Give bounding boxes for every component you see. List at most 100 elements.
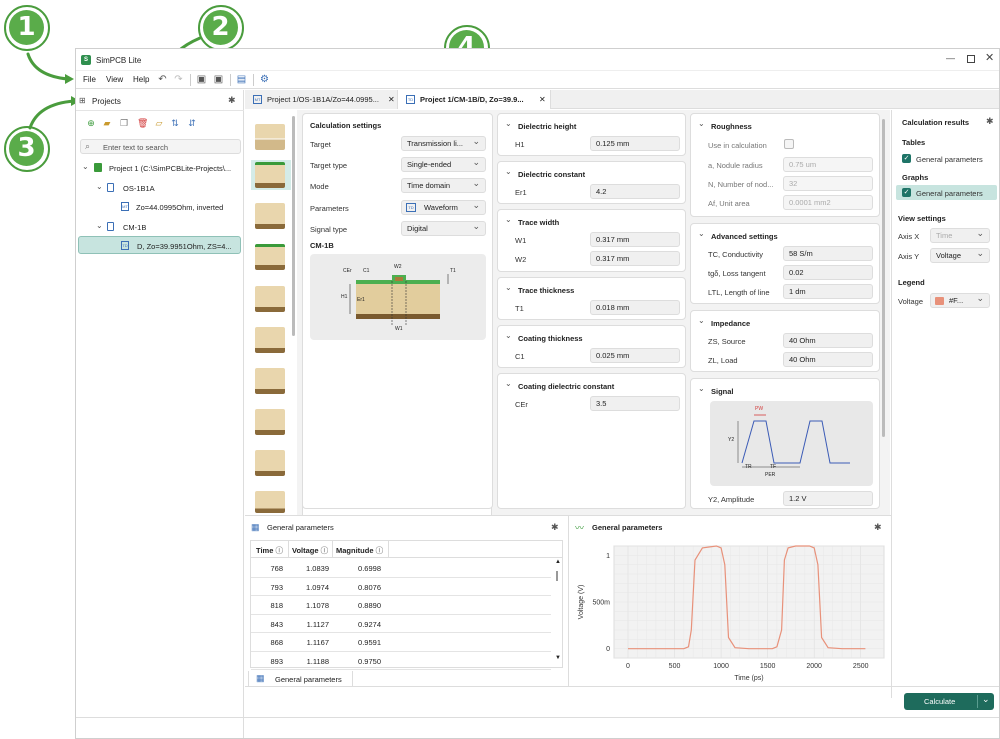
structure-thumb[interactable] (255, 286, 285, 312)
structure-thumb[interactable] (255, 124, 285, 150)
line-length-field[interactable]: 1 dm (783, 284, 873, 299)
add-folder-icon[interactable]: ▰ (102, 118, 112, 128)
save-all-icon[interactable]: ▣ (213, 74, 224, 85)
tables-checkbox[interactable]: ✓ (902, 154, 911, 163)
scroll-thumb[interactable] (556, 571, 558, 581)
tree-item-cm-1b[interactable]: CM-1B (123, 223, 146, 232)
table-row[interactable]: 843 1.1127 0.9274 (251, 615, 551, 633)
chevron-down-icon[interactable]: ⌄ (698, 229, 705, 238)
cer-field[interactable]: 3.5 (590, 396, 680, 411)
tree-item-os-1b1a[interactable]: OS-1B1A (123, 184, 155, 193)
structure-thumb[interactable] (255, 162, 285, 188)
calculate-button[interactable]: Calculate ⌄ (904, 693, 994, 710)
structure-thumb[interactable] (255, 409, 285, 435)
target-type-select[interactable]: Single-ended (401, 157, 486, 172)
add-project-icon[interactable]: ⊕ (86, 118, 96, 128)
structure-thumb[interactable] (255, 368, 285, 394)
settings-gear-icon[interactable]: ⚙ (259, 74, 270, 85)
pin-icon[interactable]: ✱ (551, 522, 559, 533)
structure-thumb[interactable] (255, 244, 285, 270)
chevron-down-icon[interactable]: ⌄ (505, 215, 512, 224)
table-row[interactable]: 768 1.0839 0.6998 (251, 559, 551, 578)
chevron-down-icon[interactable]: ⌄ (82, 162, 89, 171)
zs-field[interactable]: 40 Ohm (783, 333, 873, 348)
scroll-up-icon[interactable]: ▲ (555, 559, 561, 565)
chevron-down-icon[interactable]: ⌄ (698, 316, 705, 325)
open-folder-icon[interactable]: ▱ (154, 118, 164, 128)
loss-tangent-field[interactable]: 0.02 (783, 265, 873, 280)
chevron-down-icon[interactable]: ⌄ (505, 331, 512, 340)
menu-view[interactable]: View (106, 75, 123, 84)
col-header-time[interactable]: Time ⓘ (256, 545, 283, 556)
chevron-down-icon[interactable]: ⌄ (96, 221, 103, 230)
w2-field[interactable]: 0.317 mm (590, 251, 680, 266)
c1-field[interactable]: 0.025 mm (590, 348, 680, 363)
table-row[interactable]: 868 1.1167 0.9591 (251, 633, 551, 652)
chevron-down-icon[interactable]: ⌄ (982, 694, 990, 705)
col-header-voltage[interactable]: Voltage ⓘ (292, 545, 328, 556)
tables-item[interactable]: General parameters (916, 155, 983, 164)
zl-field[interactable]: 40 Ohm (783, 352, 873, 367)
sort-desc-icon[interactable]: ⇵ (187, 118, 197, 128)
table-scrollbar[interactable]: ▲ ▼ (555, 559, 561, 663)
signal-type-select[interactable]: Digital (401, 221, 486, 236)
save-icon[interactable]: ▣ (196, 74, 207, 85)
amplitude-field[interactable]: 1.2 V (783, 491, 873, 506)
delete-icon[interactable]: 🗑 (137, 118, 148, 128)
chevron-down-icon[interactable]: ⌄ (505, 167, 512, 176)
chevron-down-icon[interactable]: ⌄ (698, 119, 705, 128)
structure-thumb[interactable] (255, 491, 285, 513)
table-row[interactable]: 793 1.0974 0.8076 (251, 578, 551, 596)
structure-thumb[interactable] (255, 450, 285, 476)
thumbs-scrollbar[interactable] (292, 116, 295, 336)
params-scrollbar[interactable] (882, 119, 885, 437)
bottom-tab-general[interactable]: ▦ General parameters (248, 671, 353, 687)
pin-icon[interactable]: ✱ (874, 522, 882, 533)
sort-asc-icon[interactable]: ⇅ (170, 118, 180, 128)
pin-icon[interactable]: ✱ (986, 116, 994, 127)
t1-field[interactable]: 0.018 mm (590, 300, 680, 315)
report-icon[interactable]: ▤ (236, 74, 247, 85)
chevron-down-icon[interactable]: ⌄ (505, 283, 512, 292)
structure-thumb[interactable] (255, 327, 285, 353)
maximize-icon[interactable] (967, 55, 975, 63)
conductivity-field[interactable]: 58 S/m (783, 246, 873, 261)
table-row[interactable]: 893 1.1188 0.9750 (251, 652, 551, 670)
close-icon[interactable]: ✕ (985, 51, 994, 64)
search-input[interactable]: ⌕ Enter text to search (80, 139, 241, 154)
chevron-down-icon[interactable]: ⌄ (505, 379, 512, 388)
chevron-down-icon[interactable]: ⌄ (698, 384, 705, 393)
scroll-down-icon[interactable]: ▼ (555, 655, 561, 661)
close-tab-icon[interactable]: ✕ (388, 90, 395, 109)
legend-color-select[interactable]: #F... (930, 293, 990, 308)
axis-x-select[interactable]: Time (930, 228, 990, 243)
menu-help[interactable]: Help (133, 75, 149, 84)
close-tab-icon[interactable]: ✕ (539, 90, 546, 109)
menu-file[interactable]: File (83, 75, 96, 84)
undo-icon[interactable]: ↶ (157, 74, 168, 85)
graphs-item[interactable]: General parameters (916, 189, 983, 198)
axis-y-select[interactable]: Voltage (930, 248, 990, 263)
nodules-field[interactable]: 32 (783, 176, 873, 191)
graphs-checkbox[interactable]: ✓ (902, 188, 911, 197)
copy-icon[interactable]: ❐ (119, 118, 129, 128)
chevron-down-icon[interactable]: ⌄ (505, 119, 512, 128)
tree-item-selected[interactable]: TD D, Zo=39.9951Ohm, ZS=4... (78, 236, 241, 254)
er1-field[interactable]: 4.2 (590, 184, 680, 199)
tab-cm-1b[interactable]: TD Project 1/CM-1B/D, Zo=39.9... ✕ (398, 90, 551, 109)
target-select[interactable]: Transmission li... (401, 136, 486, 151)
tree-item-project[interactable]: Project 1 (C:\SimPCBLite-Projects\... (109, 164, 231, 173)
parameters-select[interactable]: TD Waveform (401, 200, 486, 215)
use-in-calc-checkbox[interactable] (784, 139, 794, 149)
h1-field[interactable]: 0.125 mm (590, 136, 680, 151)
w1-field[interactable]: 0.317 mm (590, 232, 680, 247)
tree-item-zo-inverted[interactable]: Zo=44.0995Ohm, inverted (136, 203, 223, 212)
mode-select[interactable]: Time domain (401, 178, 486, 193)
structure-thumb[interactable] (255, 203, 285, 229)
table-row[interactable]: 818 1.1078 0.8890 (251, 596, 551, 615)
redo-icon[interactable]: ↷ (173, 74, 184, 85)
col-header-magnitude[interactable]: Magnitude ⓘ (336, 545, 383, 556)
chevron-down-icon[interactable]: ⌄ (96, 182, 103, 191)
pin-icon[interactable]: ✱ (228, 95, 236, 106)
tab-os-1b1a[interactable]: MT Project 1/OS-1B1A/Zo=44.0995... ✕ (245, 90, 398, 109)
